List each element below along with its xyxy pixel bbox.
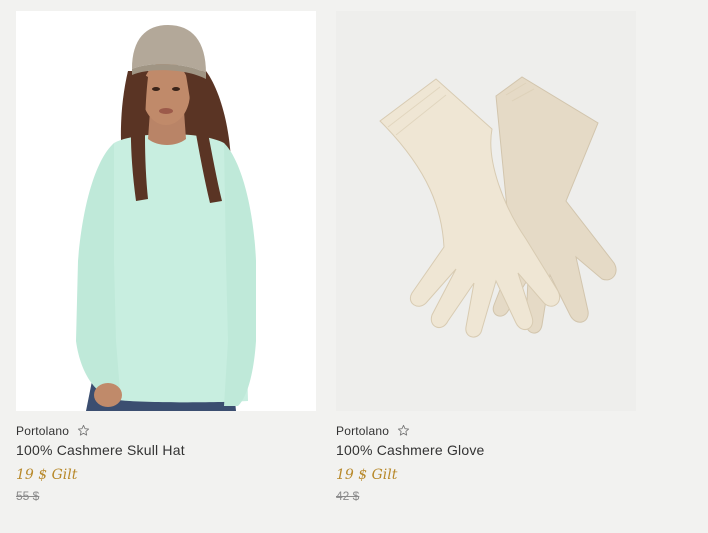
star-outline-icon[interactable]	[77, 424, 90, 437]
product-brand[interactable]: Portolano	[336, 424, 389, 438]
product-name[interactable]: 100% Cashmere Glove	[336, 442, 636, 458]
product-card-skull-hat[interactable]: Portolano 100% Cashmere Skull Hat 19 $ G…	[16, 11, 316, 503]
product-brand[interactable]: Portolano	[16, 424, 69, 438]
brand-row: Portolano	[336, 422, 636, 439]
product-name[interactable]: 100% Cashmere Skull Hat	[16, 442, 316, 458]
product-image-skull-hat[interactable]	[16, 11, 316, 411]
brand-row: Portolano	[16, 422, 316, 439]
sale-price: 19 $ Gilt	[336, 467, 398, 483]
star-outline-icon[interactable]	[397, 424, 410, 437]
product-image-glove[interactable]	[336, 11, 636, 411]
gloves-image	[379, 76, 617, 338]
model-sweater-image	[76, 25, 256, 411]
original-price: 55 $	[16, 489, 40, 503]
product-card-glove[interactable]: Portolano 100% Cashmere Glove 19 $ Gilt …	[336, 11, 636, 503]
product-grid: Portolano 100% Cashmere Skull Hat 19 $ G…	[16, 11, 706, 526]
original-price: 42 $	[336, 489, 360, 503]
sale-price: 19 $ Gilt	[16, 467, 78, 483]
